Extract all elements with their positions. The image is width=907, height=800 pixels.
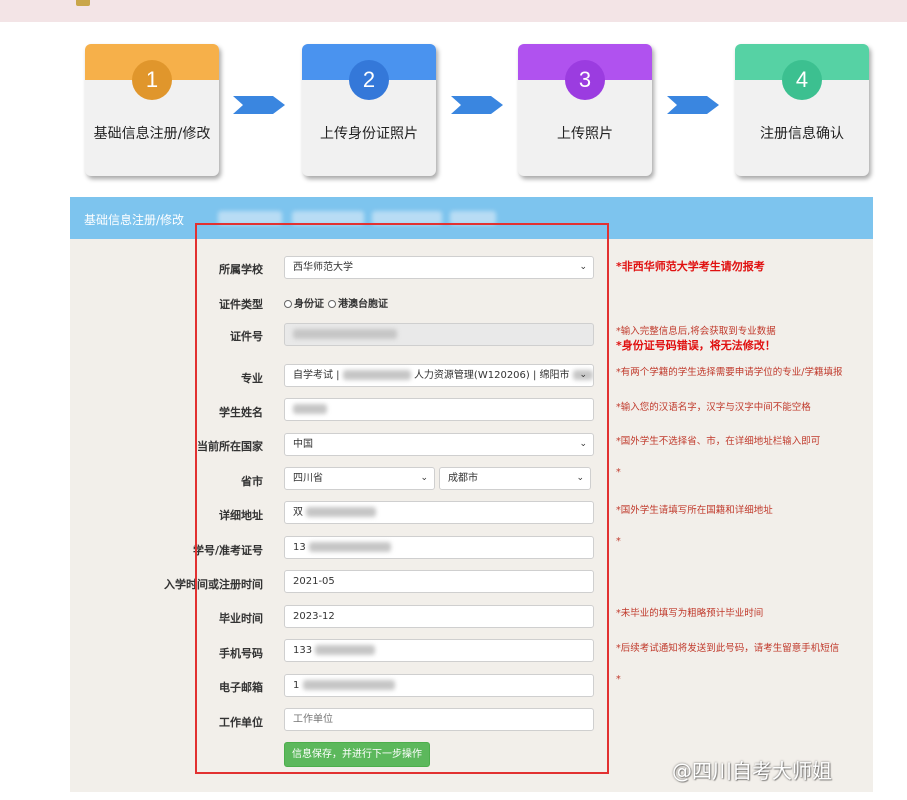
highlight-box (195, 223, 609, 774)
step-label: 上传照片 (557, 126, 613, 142)
step-number: 2 (349, 60, 389, 100)
step-2-card[interactable]: 2 上传身份证照片 (302, 44, 436, 176)
panel-title: 基础信息注册/修改 (84, 213, 185, 227)
school-note: *非西华师范大学考生请勿报考 (616, 260, 765, 273)
chevron-right-icon (233, 96, 285, 114)
logo-icon (76, 0, 90, 6)
major-note: *有两个学籍的学生选择需要申请学位的专业/学籍填报 (616, 367, 843, 378)
province-note: * (616, 467, 621, 478)
step-number: 1 (132, 60, 172, 100)
step-4-card[interactable]: 4 注册信息确认 (735, 44, 869, 176)
step-number: 4 (782, 60, 822, 100)
top-bar (0, 0, 907, 22)
id-hint-note: *输入完整信息后,将会获取到专业数据 (616, 326, 776, 337)
address-note: *国外学生请填写所在国籍和详细地址 (616, 505, 773, 516)
student-id-note: * (616, 536, 621, 547)
step-label: 基础信息注册/修改 (93, 126, 211, 142)
step-label: 注册信息确认 (760, 126, 844, 142)
watermark: @四川自考大师姐 (672, 759, 832, 783)
chevron-right-icon (667, 96, 719, 114)
step-1-card[interactable]: 1 基础信息注册/修改 (85, 44, 219, 176)
step-label: 上传身份证照片 (320, 126, 418, 142)
name-note: *输入您的汉语名字，汉字与汉字中间不能空格 (616, 402, 811, 413)
chevron-right-icon (451, 96, 503, 114)
id-error-note: *身份证号码错误，将无法修改！ (616, 339, 776, 352)
phone-note: *后续考试通知将发送到此号码，请考生留意手机短信 (616, 643, 840, 654)
email-note: * (616, 674, 621, 685)
step-3-card[interactable]: 3 上传照片 (518, 44, 652, 176)
country-note: *国外学生不选择省、市，在详细地址栏输入即可 (616, 436, 821, 447)
step-number: 3 (565, 60, 605, 100)
grad-note: *未毕业的填写为粗略预计毕业时间 (616, 608, 764, 619)
